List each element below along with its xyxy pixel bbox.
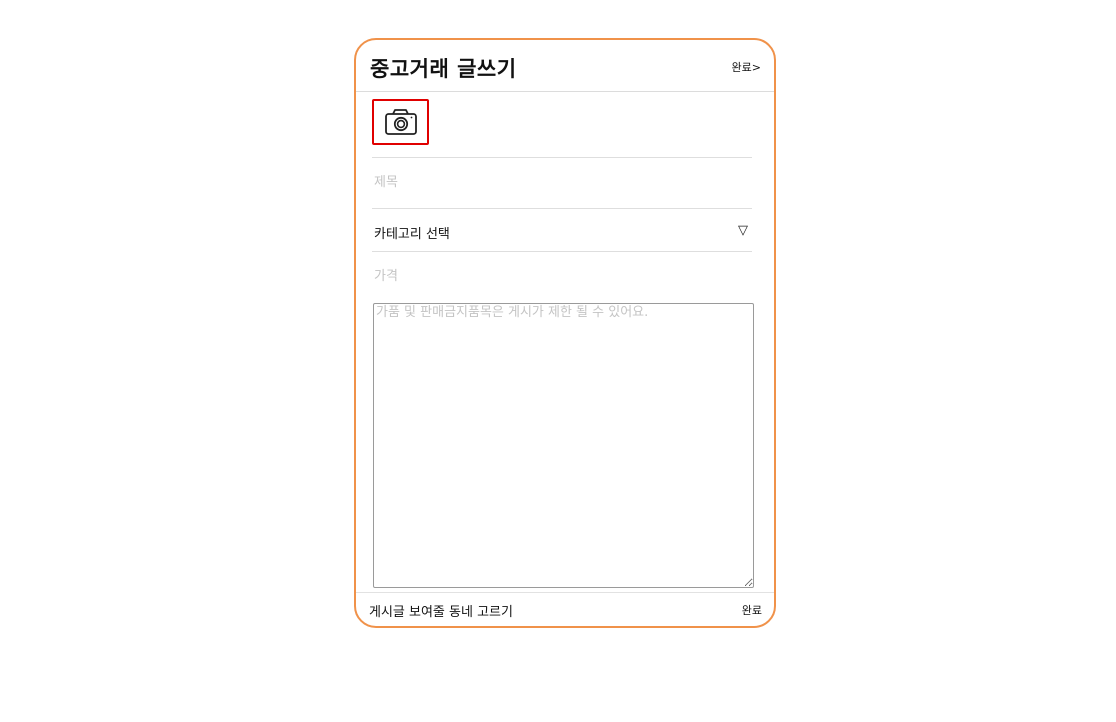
divider — [372, 208, 752, 209]
camera-icon — [384, 109, 417, 135]
add-photo-button[interactable] — [372, 99, 429, 145]
header: 중고거래 글쓰기 완료> — [356, 40, 774, 92]
footer-done-button[interactable]: 완료 — [742, 602, 762, 618]
divider — [372, 157, 752, 158]
title-input[interactable] — [372, 170, 752, 194]
price-input[interactable] — [372, 264, 752, 288]
footer: 게시글 보여줄 동네 고르기 완료 — [356, 592, 774, 626]
neighborhood-select-link[interactable]: 게시글 보여줄 동네 고르기 — [369, 601, 513, 620]
page-title: 중고거래 글쓰기 — [370, 57, 517, 81]
post-editor-card: 중고거래 글쓰기 완료> 카테고리 선택 ▽ 게시글 보여줄 동네 고르기 완료 — [354, 38, 776, 628]
category-select-label: 카테고리 선택 — [374, 227, 450, 242]
divider — [372, 251, 752, 252]
description-textarea[interactable] — [373, 303, 754, 588]
header-done-button[interactable]: 완료> — [732, 59, 761, 75]
category-select[interactable]: 카테고리 선택 ▽ — [372, 220, 752, 246]
dropdown-arrow-icon: ▽ — [738, 223, 748, 238]
